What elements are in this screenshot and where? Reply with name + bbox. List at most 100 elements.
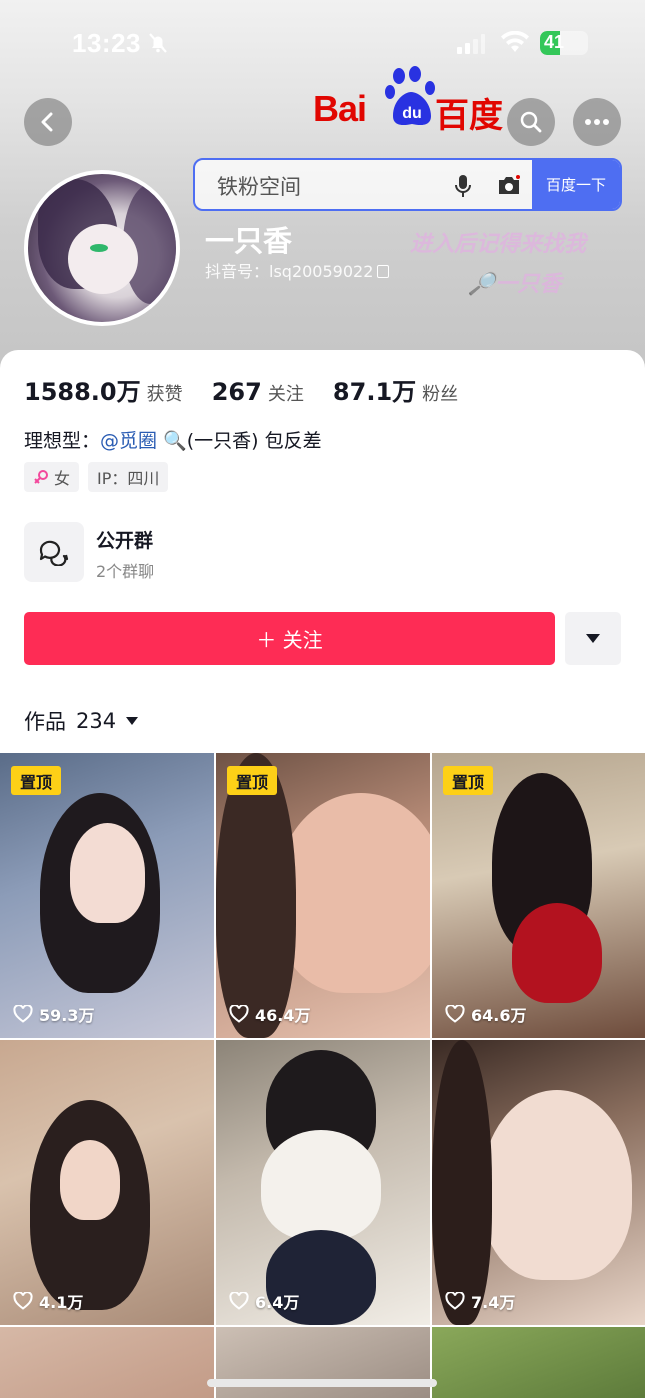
- heart-outline-icon: [229, 1292, 249, 1310]
- group-title: 公开群: [96, 530, 154, 552]
- heart-outline-icon: [13, 1292, 33, 1310]
- baidu-paw-text: du: [402, 105, 422, 122]
- baidu-logo-cn: 百度: [435, 96, 503, 136]
- group-subtitle: 2个群聊: [96, 562, 155, 581]
- likes-label: 获赞: [146, 384, 183, 405]
- pinned-badge: 置顶: [11, 766, 61, 795]
- avatar[interactable]: [24, 170, 180, 326]
- bell-slash-icon: [149, 33, 167, 53]
- thumbnail-face: [70, 823, 145, 923]
- home-indicator[interactable]: [207, 1379, 437, 1387]
- more-dots-icon: [585, 119, 609, 125]
- chevron-left-icon: [41, 112, 53, 132]
- heart-outline-icon: [229, 1005, 249, 1023]
- profile-stats: 1588.0万 获赞 267 关注 87.1万 粉丝: [24, 372, 482, 407]
- video-like-count: 64.6万: [445, 1002, 526, 1026]
- heart-outline-icon: [445, 1005, 465, 1023]
- profile-nickname: 一只香: [205, 224, 293, 258]
- triangle-down-icon: [586, 633, 600, 643]
- profile-card: 1588.0万 获赞 267 关注 87.1万 粉丝 理想型：@觅圈 🔍(一只香) 包…: [0, 350, 645, 1398]
- video-thumbnail[interactable]: 置顶 64.6万: [432, 753, 645, 1038]
- status-time: 13:23: [72, 28, 141, 58]
- thumbnail-figure: [512, 903, 602, 1003]
- heart-outline-icon: [13, 1005, 33, 1023]
- wifi-icon: [501, 31, 529, 52]
- gender-tag: 女: [24, 462, 80, 492]
- baidu-search-bar[interactable]: 铁粉空间 百度一下: [193, 158, 622, 211]
- bio-prefix: 理想型：: [24, 430, 101, 452]
- female-icon: [34, 470, 48, 484]
- video-like-count: 46.4万: [229, 1002, 310, 1026]
- video-like-count: 6.4万: [229, 1289, 299, 1313]
- baidu-search-submit-button[interactable]: 百度一下: [532, 160, 620, 209]
- background-watermark-text: 进入后记得来找我: [410, 232, 587, 257]
- gender-tag-label: 女: [54, 469, 71, 488]
- video-thumbnail[interactable]: 6.4万: [216, 1040, 430, 1325]
- video-grid: 置顶 59.3万 置顶 46.4万 置顶 64.6万 4.1万 6.4万 7.4…: [0, 753, 645, 1398]
- video-like-count-text: 6.4万: [255, 1293, 300, 1312]
- public-group-entry[interactable]: 公开群 2个群聊: [24, 522, 424, 582]
- thumbnail-face: [60, 1140, 120, 1220]
- video-like-count-text: 59.3万: [39, 1006, 95, 1025]
- video-like-count-text: 64.6万: [471, 1006, 527, 1025]
- douyin-id-text: 抖音号：lsq20059022: [205, 262, 374, 281]
- follow-options-button[interactable]: [565, 612, 621, 665]
- baidu-paw-icon: du: [385, 66, 435, 126]
- profile-tags: 女 IP：四川: [24, 462, 169, 492]
- followers-label[interactable]: 粉丝: [422, 384, 458, 405]
- video-thumbnail[interactable]: [432, 1327, 645, 1398]
- heart-outline-icon: [445, 1292, 465, 1310]
- search-button[interactable]: [507, 98, 555, 146]
- works-tab[interactable]: 作品 234: [24, 706, 139, 736]
- video-thumbnail[interactable]: [0, 1327, 214, 1398]
- followers-count[interactable]: 87.1万: [333, 378, 416, 406]
- video-thumbnail[interactable]: 4.1万: [0, 1040, 214, 1325]
- works-label: 作品: [24, 710, 66, 734]
- video-thumbnail[interactable]: 置顶 59.3万: [0, 753, 214, 1038]
- video-thumbnail[interactable]: [216, 1327, 430, 1398]
- baidu-logo-latin: Bai: [313, 88, 367, 129]
- bio-mention-link[interactable]: @觅圈: [100, 430, 157, 452]
- triangle-down-icon: [126, 716, 139, 725]
- back-button[interactable]: [24, 98, 72, 146]
- avatar-eye-shape: [90, 244, 108, 252]
- video-like-count-text: 4.1万: [39, 1293, 84, 1312]
- profile-douyin-id[interactable]: 抖音号：lsq20059022: [205, 258, 390, 282]
- bio-suffix: 🔍(一只香) 包反差: [163, 430, 322, 452]
- copy-icon[interactable]: [377, 265, 390, 278]
- background-watermark-text: 🔎一只香: [468, 272, 562, 297]
- chat-bubbles-icon: [39, 540, 69, 566]
- thumbnail-figure: [432, 1040, 492, 1325]
- likes-count: 1588.0万: [24, 378, 141, 406]
- pinned-badge: 置顶: [443, 766, 493, 795]
- baidu-search-placeholder: 铁粉空间: [217, 175, 301, 199]
- baidu-logo: Bai du 百度: [313, 66, 503, 136]
- ip-location-tag: IP：四川: [88, 462, 169, 492]
- microphone-icon[interactable]: [453, 174, 473, 198]
- cellular-signal-icon: [457, 34, 485, 54]
- following-label[interactable]: 关注: [268, 384, 304, 405]
- ip-location-label: IP：四川: [97, 469, 160, 488]
- video-thumbnail[interactable]: 置顶 46.4万: [216, 753, 430, 1038]
- thumbnail-face: [276, 793, 430, 993]
- profile-bio: 理想型：@觅圈 🔍(一只香) 包反差: [24, 426, 322, 453]
- camera-icon[interactable]: [497, 174, 521, 196]
- search-icon: [520, 111, 542, 133]
- video-like-count-text: 46.4万: [255, 1006, 311, 1025]
- avatar-face-shape: [68, 224, 138, 294]
- follow-button[interactable]: ＋ 关注: [24, 612, 555, 665]
- video-like-count: 59.3万: [13, 1002, 94, 1026]
- thumbnail-figure: [216, 753, 296, 1038]
- video-like-count: 7.4万: [445, 1289, 515, 1313]
- works-count: 234: [76, 709, 117, 733]
- video-thumbnail[interactable]: 7.4万: [432, 1040, 645, 1325]
- thumbnail-face: [482, 1090, 632, 1280]
- following-count[interactable]: 267: [212, 378, 262, 406]
- more-button[interactable]: [573, 98, 621, 146]
- battery-indicator: 41: [540, 31, 588, 55]
- video-like-count: 4.1万: [13, 1289, 83, 1313]
- battery-level: 41: [544, 32, 565, 52]
- thumbnail-figure: [261, 1130, 381, 1240]
- pinned-badge: 置顶: [227, 766, 277, 795]
- video-like-count-text: 7.4万: [471, 1293, 516, 1312]
